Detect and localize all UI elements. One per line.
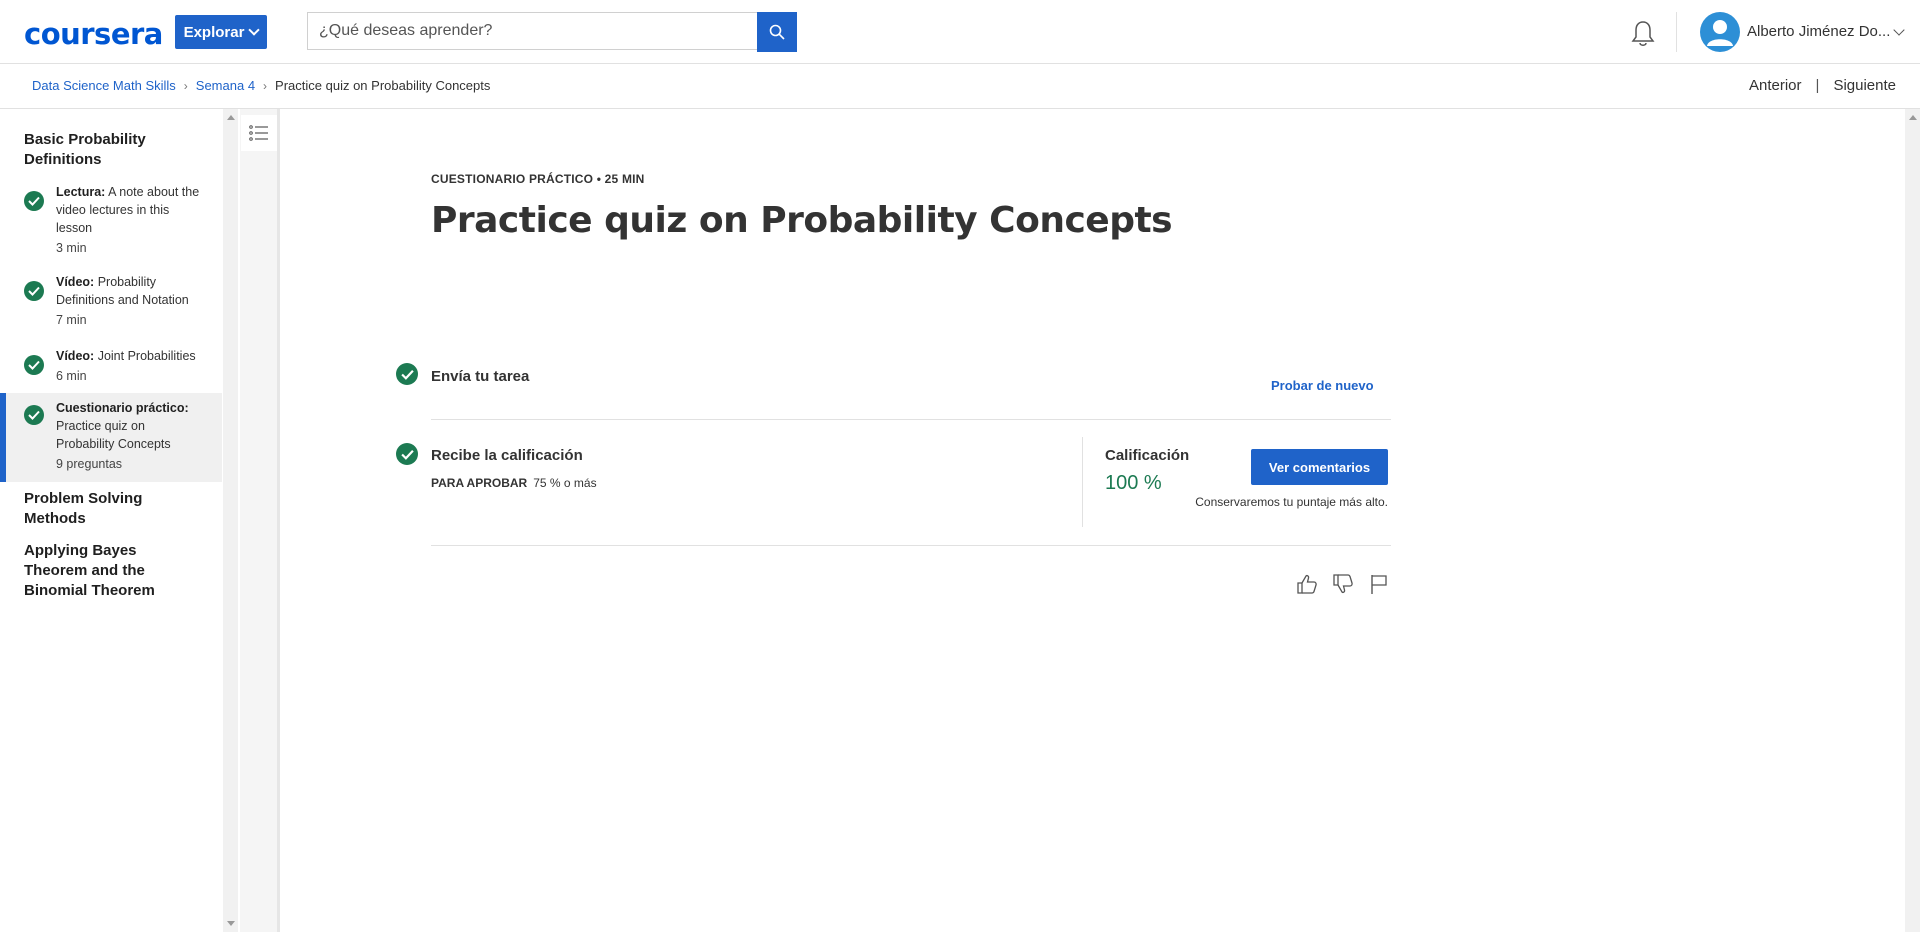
item-type: Vídeo: <box>56 275 95 289</box>
outline-item-text: Vídeo: Probability Definitions and Notat… <box>56 273 201 329</box>
chevron-right-icon: › <box>263 78 268 93</box>
completed-check-icon <box>396 363 418 385</box>
divider <box>431 545 1391 546</box>
view-feedback-button[interactable]: Ver comentarios <box>1251 449 1388 485</box>
item-type: Lectura: <box>56 185 106 199</box>
completed-check-icon <box>24 281 44 301</box>
outline-toggle-button[interactable] <box>241 115 277 151</box>
receive-grade-step-label: Recibe la calificación <box>431 447 583 464</box>
divider <box>1082 437 1083 527</box>
outline-toggle-column <box>240 109 280 932</box>
completed-check-icon <box>24 355 44 375</box>
notifications-bell-icon[interactable] <box>1630 19 1656 49</box>
chevron-down-icon[interactable] <box>1893 24 1905 36</box>
thumbs-up-icon[interactable] <box>1296 573 1318 595</box>
search-input[interactable] <box>308 13 758 49</box>
user-name[interactable]: Alberto Jiménez Do... <box>1747 23 1890 40</box>
previous-link[interactable]: Anterior <box>1749 77 1802 94</box>
user-avatar[interactable] <box>1700 12 1740 52</box>
outline-item-active[interactable]: Cuestionario práctico: Practice quiz on … <box>0 393 222 482</box>
completed-check-icon <box>24 191 44 211</box>
scroll-down-arrow-icon[interactable] <box>227 921 235 926</box>
main-scrollbar[interactable] <box>1905 109 1920 932</box>
next-link[interactable]: Siguiente <box>1833 77 1896 94</box>
outline-item-text: Lectura: A note about the video lectures… <box>56 183 201 257</box>
top-navigation-bar: coursera Explorar Alberto Jiménez Do... <box>0 0 1920 64</box>
chevron-right-icon: › <box>183 78 188 93</box>
item-duration: 9 preguntas <box>56 457 123 471</box>
item-type: Vídeo: <box>56 349 95 363</box>
item-title: Joint Probabilities <box>97 349 196 363</box>
sidebar-scrollbar[interactable] <box>223 109 238 932</box>
nav-separator: | <box>1815 77 1820 94</box>
divider <box>431 419 1391 420</box>
search-icon <box>769 24 785 40</box>
outline-item-text: Vídeo: Joint Probabilities 6 min <box>56 347 201 385</box>
item-title: Practice quiz on Probability Concepts <box>56 419 171 451</box>
pass-label: PARA APROBAR <box>431 476 528 490</box>
user-icon <box>1707 20 1733 46</box>
item-navigation: Anterior | Siguiente <box>1749 77 1896 94</box>
passing-requirement: PARA APROBAR 75 % o más <box>431 476 597 490</box>
chevron-down-icon <box>248 24 261 36</box>
submit-step-label: Envía tu tarea <box>431 368 530 385</box>
section-title-bayes-binomial[interactable]: Applying Bayes Theorem and the Binomial … <box>24 541 204 601</box>
breadcrumb-week-link[interactable]: Semana 4 <box>196 78 255 93</box>
grade-label: Calificación <box>1105 447 1190 464</box>
item-kicker: CUESTIONARIO PRÁCTICO • 25 MIN <box>431 172 645 186</box>
item-type: Cuestionario práctico: <box>56 401 189 415</box>
header-divider <box>1676 12 1677 52</box>
highest-score-note: Conservaremos tu puntaje más alto. <box>1195 495 1388 509</box>
breadcrumb-course-link[interactable]: Data Science Math Skills <box>32 78 176 93</box>
breadcrumb-bar: Data Science Math Skills › Semana 4 › Pr… <box>0 64 1920 109</box>
list-icon <box>249 125 268 141</box>
item-duration: 7 min <box>56 313 87 327</box>
grade-value: 100 % <box>1105 472 1162 494</box>
completed-check-icon <box>24 405 44 425</box>
flag-icon[interactable] <box>1368 573 1390 595</box>
breadcrumb: Data Science Math Skills › Semana 4 › Pr… <box>32 78 490 93</box>
scroll-up-arrow-icon[interactable] <box>1909 115 1917 120</box>
explore-button[interactable]: Explorar <box>175 15 267 49</box>
item-duration: 6 min <box>56 369 87 383</box>
search-button[interactable] <box>757 12 797 52</box>
section-title-problem-solving[interactable]: Problem Solving Methods <box>24 489 204 529</box>
page-title: Practice quiz on Probability Concepts <box>431 200 1173 241</box>
coursera-logo[interactable]: coursera <box>24 17 163 51</box>
item-duration: 3 min <box>56 241 87 255</box>
outline-item[interactable]: Lectura: A note about the video lectures… <box>0 183 222 263</box>
thumbs-down-icon[interactable] <box>1332 573 1354 595</box>
completed-check-icon <box>396 443 418 465</box>
scroll-up-arrow-icon[interactable] <box>227 115 235 120</box>
explore-button-label: Explorar <box>183 23 245 41</box>
search-field[interactable] <box>307 12 758 50</box>
breadcrumb-current: Practice quiz on Probability Concepts <box>275 78 491 93</box>
section-title-basic-probability[interactable]: Basic Probability Definitions <box>24 130 204 170</box>
outline-item-text: Cuestionario práctico: Practice quiz on … <box>56 399 201 473</box>
course-outline-sidebar: Basic Probability Definitions Lectura: A… <box>0 109 222 932</box>
outline-item[interactable]: Vídeo: Joint Probabilities 6 min <box>0 347 222 397</box>
retry-link[interactable]: Probar de nuevo <box>1271 378 1374 393</box>
pass-value: 75 % o más <box>533 476 597 490</box>
outline-item[interactable]: Vídeo: Probability Definitions and Notat… <box>0 273 222 339</box>
